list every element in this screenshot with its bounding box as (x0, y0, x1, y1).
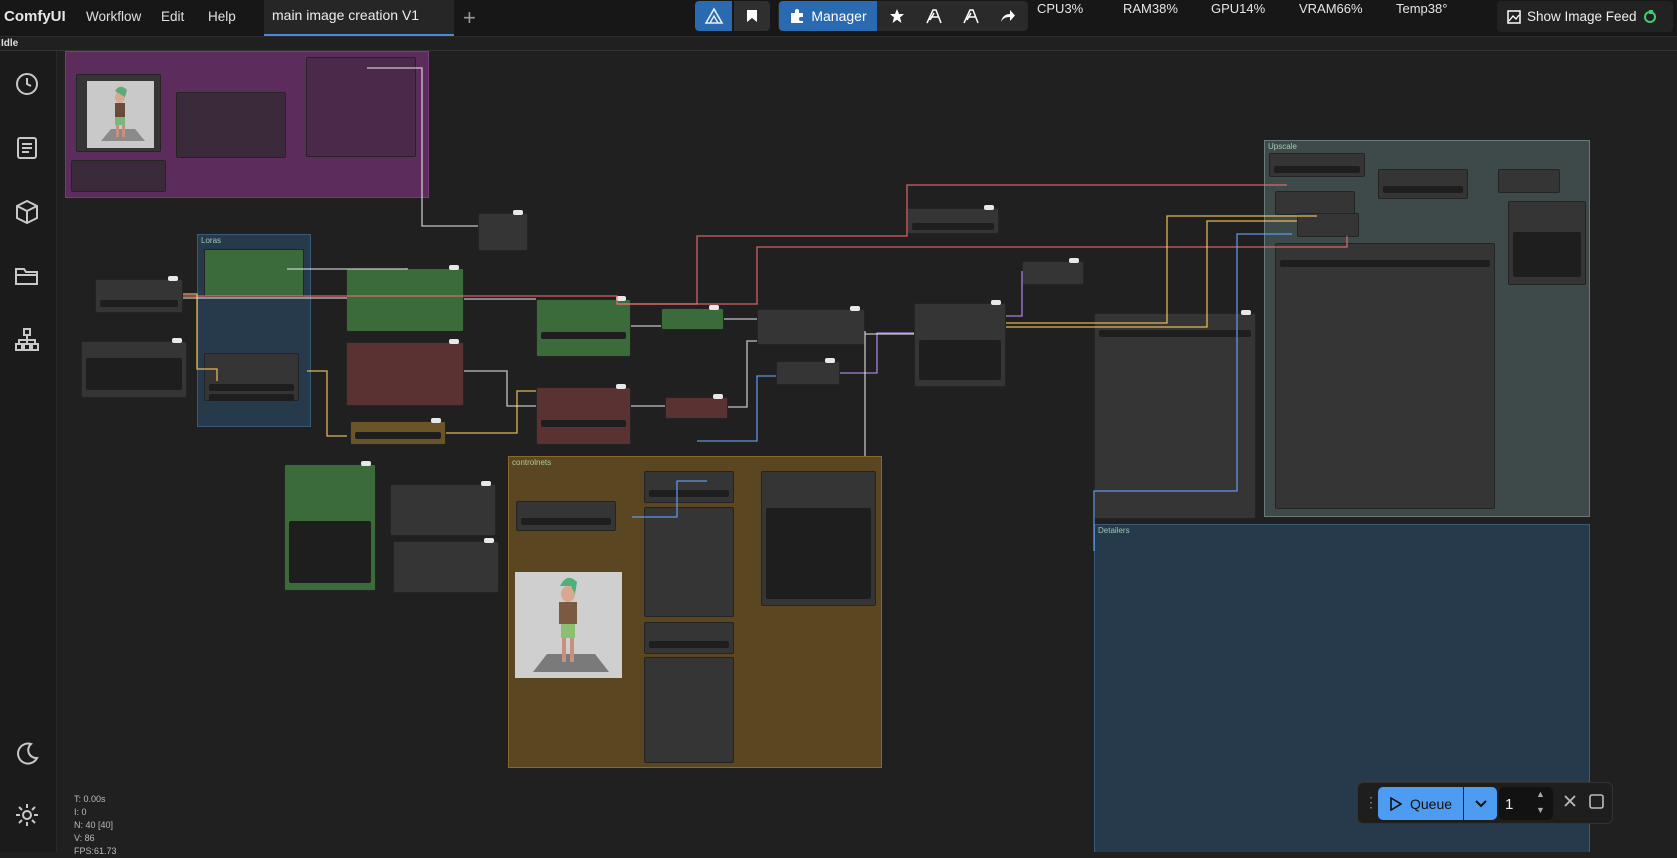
menu-workflow[interactable]: Workflow (86, 9, 141, 24)
refresh-icon (1643, 9, 1656, 23)
model-icon (926, 9, 942, 24)
gpu-stat: GPU14% (1211, 1, 1266, 16)
queue-button[interactable]: Queue (1378, 787, 1463, 820)
bookmark-button[interactable] (734, 1, 770, 31)
puzzle-icon (791, 9, 804, 23)
chevron-down-icon (1474, 799, 1487, 807)
star-button[interactable] (880, 1, 914, 31)
wire-4 (446, 390, 536, 434)
tab-label: main image creation V1 (272, 7, 420, 23)
wire-3 (183, 293, 347, 437)
batch-count-input[interactable] (1503, 791, 1535, 817)
menu-help[interactable]: Help (208, 9, 236, 24)
bookmark-icon (747, 10, 757, 22)
share-button[interactable] (991, 1, 1025, 31)
play-icon (1390, 796, 1402, 811)
model-search-button[interactable] (954, 1, 988, 31)
chevron-down-small-icon[interactable]: ▼ (1536, 805, 1545, 815)
sidebar (0, 51, 57, 852)
wire-8 (632, 480, 707, 518)
wire-9 (697, 375, 776, 442)
image-feed-label: Show Image Feed (1527, 9, 1637, 24)
stop-icon[interactable] (1589, 794, 1604, 809)
ram-stat: RAM38% (1123, 1, 1178, 16)
tab-workflow[interactable]: main image creation V1 (264, 0, 454, 36)
manager-button[interactable]: Manager (779, 1, 877, 31)
wire-2 (183, 268, 408, 299)
queue-list-icon[interactable] (12, 133, 42, 163)
wire-5 (1006, 220, 1297, 328)
wire-7 (1093, 233, 1292, 551)
image-icon (1507, 9, 1521, 24)
queue-mode-dropdown[interactable] (1464, 787, 1497, 820)
wire-0 (183, 184, 1287, 305)
menu-edit[interactable]: Edit (161, 9, 184, 24)
image-feed-button[interactable]: Show Image Feed (1497, 1, 1673, 32)
share-icon (1001, 10, 1015, 22)
temp-stat: Temp38° (1396, 1, 1448, 16)
drag-handle-icon[interactable]: ⋮ (1364, 794, 1378, 811)
settings-gear-icon[interactable] (12, 800, 42, 830)
wire-10 (840, 332, 914, 374)
stat-iterations: I: 0 (74, 807, 87, 817)
workflows-folder-icon[interactable] (12, 261, 42, 291)
model-manager-button[interactable] (917, 1, 951, 31)
vram-stat: VRAM66% (1299, 1, 1363, 16)
wire-13 (864, 331, 914, 456)
model-search-icon (963, 9, 979, 24)
queue-label: Queue (1410, 795, 1453, 812)
stat-nodes: N: 40 [40] (74, 820, 114, 830)
comfy-logo-icon (704, 7, 723, 24)
stat-time: T: 0.00s (74, 794, 106, 804)
wire-14 (464, 298, 536, 407)
manager-label: Manager (811, 8, 867, 24)
canvas-stats: T: 0.00s I: 0 N: 40 [40] V: 86 FPS:61.73 (74, 793, 117, 858)
connection-wires (183, 67, 1348, 551)
wire-11 (1006, 271, 1023, 317)
app-logo[interactable]: ComfyUI (4, 8, 66, 25)
top-bar: ComfyUI Workflow Edit Help main image cr… (0, 0, 1677, 37)
status-text: Idle (1, 38, 19, 49)
batch-count-stepper: ▲ ▼ (1499, 787, 1553, 820)
node-library-icon[interactable] (12, 325, 42, 355)
cpu-stat: CPU3% (1037, 1, 1084, 16)
wire-12 (367, 67, 478, 227)
star-icon (890, 9, 904, 23)
graph-canvas[interactable]: Loras controlnets Upscale Detailers (57, 51, 1677, 852)
comfy-logo-button[interactable] (695, 1, 732, 31)
close-icon[interactable] (1562, 793, 1578, 809)
chevron-up-icon[interactable]: ▲ (1536, 789, 1545, 799)
wire-16 (724, 318, 757, 408)
new-tab-button[interactable]: + (463, 5, 476, 31)
stat-vertices: V: 86 (74, 833, 95, 843)
wire-15 (631, 325, 665, 407)
history-icon[interactable] (12, 69, 42, 99)
theme-toggle-icon[interactable] (12, 739, 42, 769)
model-library-icon[interactable] (12, 197, 42, 227)
wire-6 (1006, 215, 1317, 324)
queue-bar: ⋮ Queue ▲ ▼ (1357, 782, 1613, 824)
